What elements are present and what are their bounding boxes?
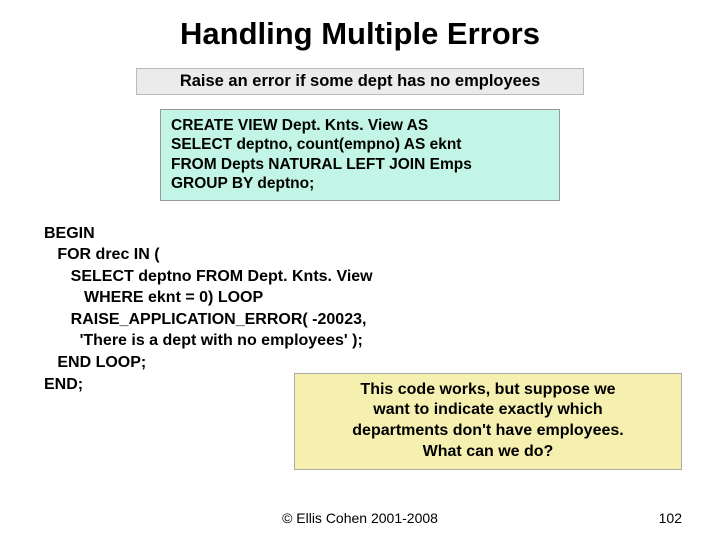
note-box: This code works, but suppose we want to … <box>294 373 682 470</box>
plsql-block: BEGIN FOR drec IN ( SELECT deptno FROM D… <box>44 223 720 396</box>
sql-line: SELECT deptno, count(empno) AS eknt <box>171 135 549 154</box>
code-line: 'There is a dept with no employees' ); <box>44 332 363 349</box>
sql-line: FROM Depts NATURAL LEFT JOIN Emps <box>171 155 549 174</box>
code-line: SELECT deptno FROM Dept. Knts. View <box>44 268 373 285</box>
note-line: What can we do? <box>307 442 669 463</box>
sql-line: CREATE VIEW Dept. Knts. View AS <box>171 116 549 135</box>
note-line: This code works, but suppose we <box>307 380 669 401</box>
note-line: want to indicate exactly which <box>307 400 669 421</box>
slide-title: Handling Multiple Errors <box>0 0 720 60</box>
sql-line: GROUP BY deptno; <box>171 174 549 193</box>
note-line: departments don't have employees. <box>307 421 669 442</box>
code-line: END LOOP; <box>44 354 146 371</box>
code-line: END; <box>44 376 83 393</box>
code-line: BEGIN <box>44 225 95 242</box>
sql-view-box: CREATE VIEW Dept. Knts. View AS SELECT d… <box>160 109 560 201</box>
code-line: WHERE eknt = 0) LOOP <box>44 289 263 306</box>
page-number: 102 <box>659 510 682 526</box>
code-area: BEGIN FOR drec IN ( SELECT deptno FROM D… <box>44 223 720 396</box>
code-line: RAISE_APPLICATION_ERROR( -20023, <box>44 311 366 328</box>
subtitle-box: Raise an error if some dept has no emplo… <box>136 68 584 95</box>
code-line: FOR drec IN ( <box>44 246 160 263</box>
copyright-text: © Ellis Cohen 2001-2008 <box>0 510 720 526</box>
subtitle-text: Raise an error if some dept has no emplo… <box>180 72 540 90</box>
